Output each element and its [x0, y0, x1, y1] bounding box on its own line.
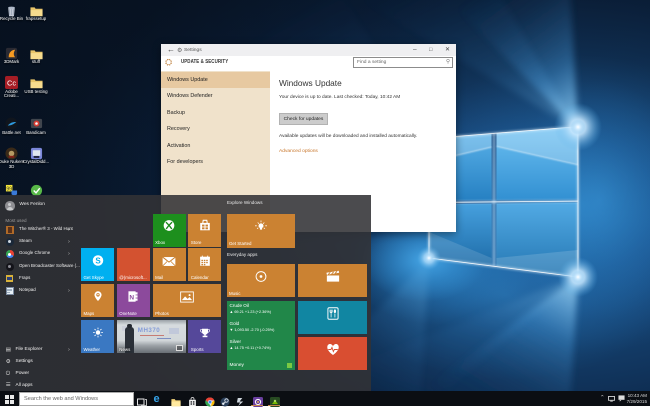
svg-text:S: S: [95, 256, 101, 265]
svg-text:99: 99: [6, 187, 12, 193]
svg-text:Cc: Cc: [7, 79, 16, 88]
svg-text:N: N: [130, 294, 135, 301]
